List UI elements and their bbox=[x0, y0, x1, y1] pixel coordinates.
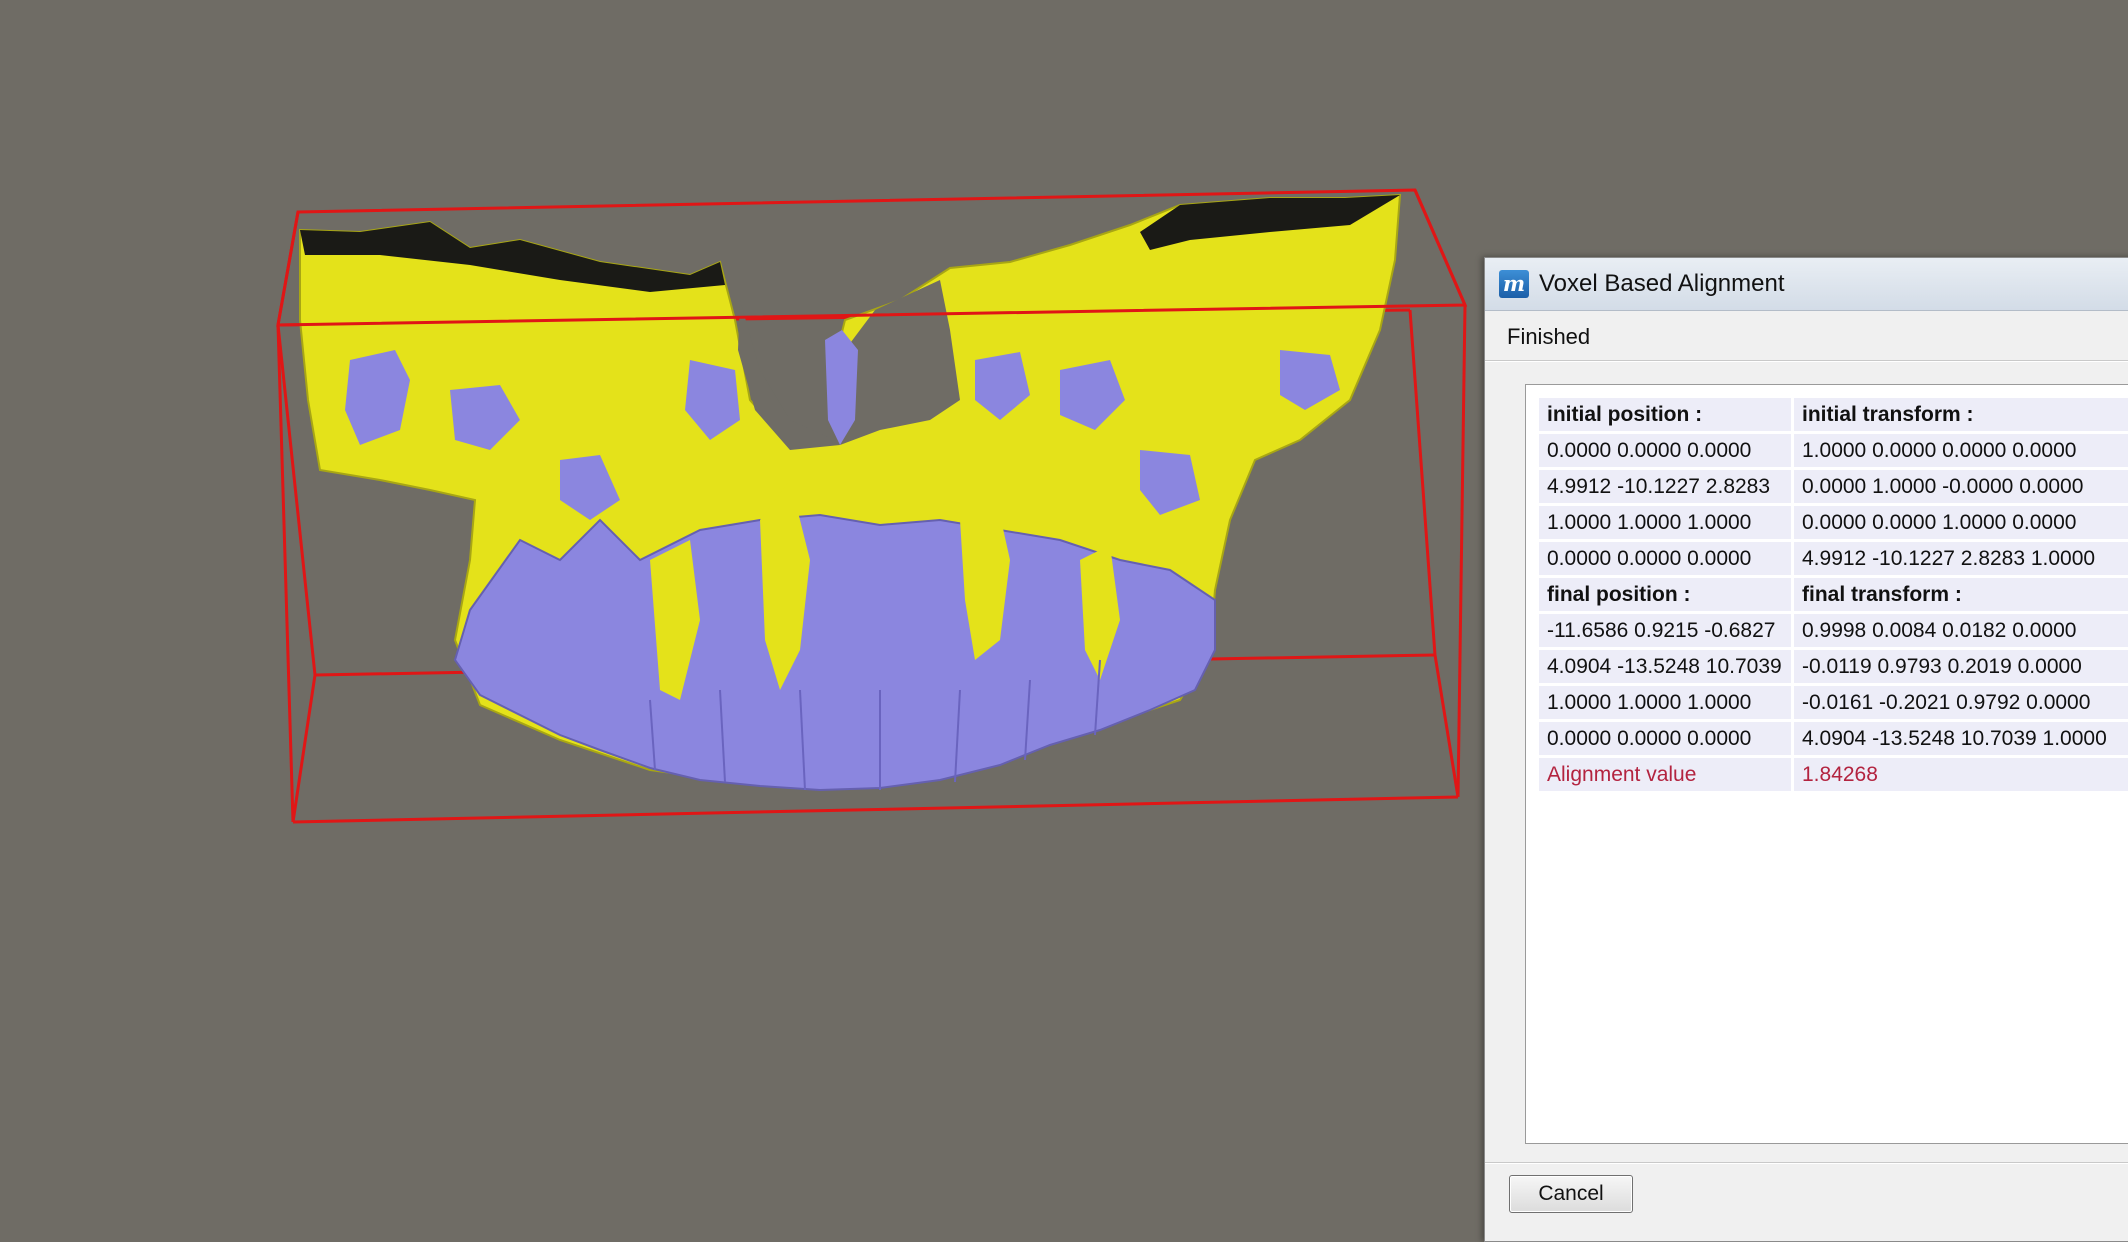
divider bbox=[1485, 360, 2128, 362]
status-text: Finished bbox=[1507, 324, 1591, 349]
dental-model bbox=[299, 193, 1402, 792]
table-cell: final position : bbox=[1539, 578, 1791, 611]
table-row: 4.0904 -13.5248 10.7039 -0.0119 0.9793 0.… bbox=[1539, 650, 2128, 683]
table-cell: 4.0904 -13.5248 10.7039 1.0000 bbox=[1794, 722, 2128, 755]
table-row: 1.0000 1.0000 1.0000 0.0000 0.0000 1.0000… bbox=[1539, 506, 2128, 539]
table-row: 0.0000 0.0000 0.0000 4.0904 -13.5248 10.7… bbox=[1539, 722, 2128, 755]
cancel-button[interactable]: Cancel bbox=[1509, 1175, 1633, 1213]
table-header-row: initial position : initial transform : bbox=[1539, 398, 2128, 431]
divider bbox=[1485, 1162, 2128, 1164]
table-cell: 0.0000 1.0000 -0.0000 0.0000 bbox=[1794, 470, 2128, 503]
dialog-title: Voxel Based Alignment bbox=[1539, 270, 1785, 297]
table-cell: 1.0000 1.0000 1.0000 bbox=[1539, 686, 1791, 719]
results-panel[interactable]: initial position : initial transform :0.0… bbox=[1525, 384, 2128, 1144]
table-row: 4.9912 -10.1227 2.8283 0.0000 1.0000 -0.0… bbox=[1539, 470, 2128, 503]
dialog-titlebar[interactable]: m Voxel Based Alignment bbox=[1485, 258, 2128, 311]
table-cell: 0.0000 0.0000 0.0000 bbox=[1539, 434, 1791, 467]
table-cell: 0.0000 0.0000 0.0000 bbox=[1539, 542, 1791, 575]
table-header-row: final position : final transform : bbox=[1539, 578, 2128, 611]
results-table: initial position : initial transform :0.0… bbox=[1536, 395, 2128, 794]
table-cell: Alignment value bbox=[1539, 758, 1791, 791]
table-row: 0.0000 0.0000 0.0000 1.0000 0.0000 0.0000… bbox=[1539, 434, 2128, 467]
table-cell: 0.0000 0.0000 0.0000 bbox=[1539, 722, 1791, 755]
table-row: 0.0000 0.0000 0.0000 4.9912 -10.1227 2.82… bbox=[1539, 542, 2128, 575]
table-cell: -0.0161 -0.2021 0.9792 0.0000 bbox=[1794, 686, 2128, 719]
app-logo-icon: m bbox=[1499, 270, 1529, 298]
table-cell: -11.6586 0.9215 -0.6827 bbox=[1539, 614, 1791, 647]
table-cell: final transform : bbox=[1794, 578, 2128, 611]
table-row: 1.0000 1.0000 1.0000 -0.0161 -0.2021 0.97… bbox=[1539, 686, 2128, 719]
table-row: -11.6586 0.9215 -0.6827 0.9998 0.0084 0.0… bbox=[1539, 614, 2128, 647]
table-cell: 1.84268 bbox=[1794, 758, 2128, 791]
table-cell: 4.9912 -10.1227 2.8283 bbox=[1539, 470, 1791, 503]
voxel-alignment-dialog: m Voxel Based Alignment Finished initial… bbox=[1484, 257, 2128, 1242]
table-cell: initial transform : bbox=[1794, 398, 2128, 431]
table-cell: 1.0000 0.0000 0.0000 0.0000 bbox=[1794, 434, 2128, 467]
table-cell: initial position : bbox=[1539, 398, 1791, 431]
table-cell: 4.0904 -13.5248 10.7039 bbox=[1539, 650, 1791, 683]
table-cell: 0.9998 0.0084 0.0182 0.0000 bbox=[1794, 614, 2128, 647]
table-cell: 1.0000 1.0000 1.0000 bbox=[1539, 506, 1791, 539]
table-cell: -0.0119 0.9793 0.2019 0.0000 bbox=[1794, 650, 2128, 683]
table-cell: 0.0000 0.0000 1.0000 0.0000 bbox=[1794, 506, 2128, 539]
alignment-value-row: Alignment value 1.84268 bbox=[1539, 758, 2128, 791]
table-cell: 4.9912 -10.1227 2.8283 1.0000 bbox=[1794, 542, 2128, 575]
